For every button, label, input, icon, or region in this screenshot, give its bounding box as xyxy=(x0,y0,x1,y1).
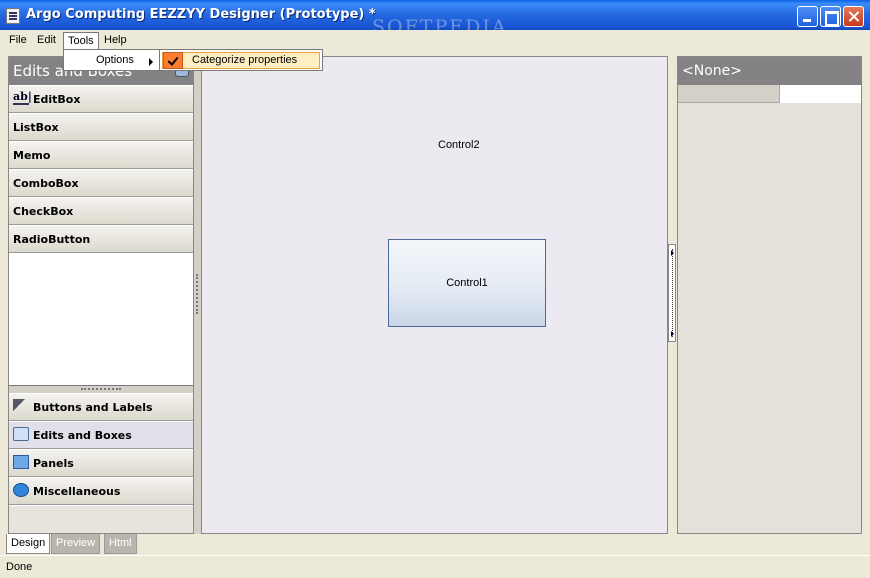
category-miscellaneous[interactable]: Miscellaneous xyxy=(9,477,193,505)
properties-header: <None> xyxy=(678,57,861,85)
grip-icon xyxy=(196,274,198,314)
control1-button[interactable]: Control1 xyxy=(388,239,546,327)
maximize-button[interactable] xyxy=(820,6,841,27)
tools-dropdown: Options xyxy=(63,49,160,71)
tool-label: ListBox xyxy=(13,121,59,134)
tool-label: RadioButton xyxy=(13,233,91,246)
menu-edit[interactable]: Edit xyxy=(33,32,60,49)
control2-label[interactable]: Control2 xyxy=(438,139,480,151)
tab-design[interactable]: Design xyxy=(6,534,51,554)
tool-item-memo[interactable]: Memo xyxy=(9,141,193,169)
property-value[interactable] xyxy=(779,85,861,103)
minimize-button[interactable] xyxy=(797,6,818,27)
buttons-labels-icon xyxy=(13,399,29,413)
window-title: Argo Computing EEZZYY Designer (Prototyp… xyxy=(26,7,376,22)
status-bar: Done xyxy=(0,555,870,578)
selected-object-name: <None> xyxy=(682,63,742,79)
toolbox-empty-area xyxy=(9,253,193,385)
checkmark-icon xyxy=(163,52,183,69)
expand-arrow-icon xyxy=(671,331,674,337)
view-tabs: Design Preview Html xyxy=(0,534,870,554)
tab-preview[interactable]: Preview xyxy=(51,534,101,554)
tool-item-combobox[interactable]: ComboBox xyxy=(9,169,193,197)
app-icon xyxy=(6,8,20,24)
control1-label: Control1 xyxy=(446,277,488,289)
tool-label: Memo xyxy=(13,149,51,162)
tab-html[interactable]: Html xyxy=(104,534,137,554)
menu-item-options[interactable]: Options xyxy=(66,52,157,69)
tool-label: EditBox xyxy=(33,93,81,106)
status-text: Done xyxy=(6,561,33,573)
title-bar: Argo Computing EEZZYY Designer (Prototyp… xyxy=(0,0,870,38)
category-edits-and-boxes[interactable]: Edits and Boxes xyxy=(9,421,193,449)
menu-file[interactable]: File xyxy=(5,32,31,49)
tool-item-editbox[interactable]: ab| EditBox xyxy=(9,85,193,113)
editbox-icon: ab| xyxy=(13,90,32,105)
panels-icon xyxy=(13,455,29,469)
category-buttons-and-labels[interactable]: Buttons and Labels xyxy=(9,393,193,421)
tool-label: CheckBox xyxy=(13,205,74,218)
tool-item-checkbox[interactable]: CheckBox xyxy=(9,197,193,225)
category-label: Buttons and Labels xyxy=(33,401,153,414)
menu-item-categorize-properties[interactable]: Categorize properties xyxy=(162,52,320,69)
toolbox-panel: Edits and Boxes ab| EditBox ListBox Memo… xyxy=(8,56,194,534)
grip-icon xyxy=(81,388,121,390)
category-panels[interactable]: Panels xyxy=(9,449,193,477)
left-splitter[interactable] xyxy=(194,56,201,534)
menu-tools[interactable]: Tools xyxy=(63,32,99,49)
tool-item-radiobutton[interactable]: RadioButton xyxy=(9,225,193,253)
category-label: Panels xyxy=(33,457,74,470)
tool-label: ComboBox xyxy=(13,177,79,190)
expand-arrow-icon xyxy=(671,250,674,256)
properties-panel: <None> xyxy=(677,56,862,534)
property-row[interactable] xyxy=(678,85,861,103)
tool-item-listbox[interactable]: ListBox xyxy=(9,113,193,141)
toolbox-footer xyxy=(9,505,193,533)
category-label: Edits and Boxes xyxy=(33,429,132,442)
submenu-arrow-icon xyxy=(149,58,153,66)
edits-boxes-icon xyxy=(13,427,29,441)
menu-help[interactable]: Help xyxy=(100,32,131,49)
close-button[interactable] xyxy=(843,6,864,27)
categorize-properties-label: Categorize properties xyxy=(192,54,298,66)
design-canvas[interactable]: Control2 Control1 xyxy=(201,56,668,534)
options-submenu: Categorize properties xyxy=(159,49,323,71)
options-label: Options xyxy=(96,54,134,66)
right-splitter[interactable] xyxy=(668,244,676,342)
grip-icon xyxy=(672,249,673,337)
miscellaneous-icon xyxy=(13,483,29,497)
toolbox-splitter[interactable] xyxy=(9,385,193,393)
category-label: Miscellaneous xyxy=(33,485,121,498)
menu-bar: File Edit Tools Help xyxy=(0,30,870,50)
